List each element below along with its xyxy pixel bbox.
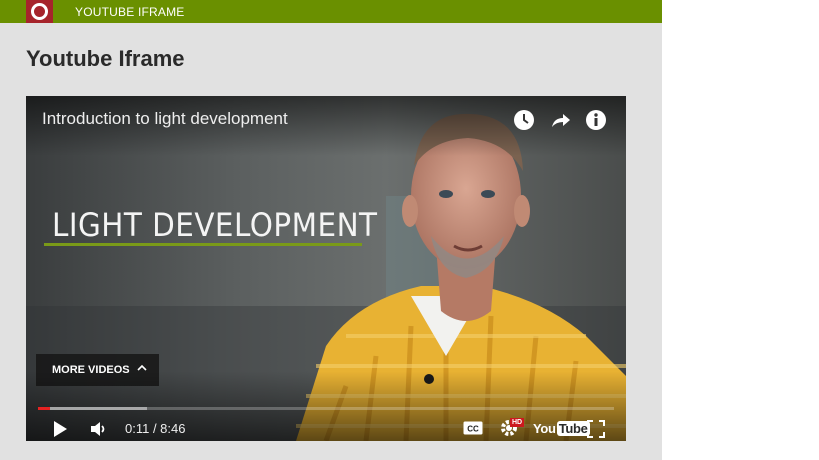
video-overlay-text: LIGHT DEVELOPMENT bbox=[52, 206, 378, 244]
play-icon[interactable] bbox=[52, 420, 68, 441]
hd-badge: HD bbox=[510, 418, 525, 427]
captions-icon[interactable]: CC bbox=[463, 421, 483, 440]
youtube-logo-tube: Tube bbox=[556, 421, 590, 436]
info-icon[interactable] bbox=[584, 108, 608, 132]
logo-ring-icon bbox=[31, 3, 48, 20]
progress-bar[interactable] bbox=[38, 407, 614, 410]
progress-buffered bbox=[38, 407, 148, 410]
youtube-logo[interactable]: You Tube bbox=[533, 421, 590, 436]
progress-played bbox=[38, 407, 51, 410]
overlay-underline bbox=[44, 243, 362, 246]
content-panel: YOUTUBE IFRAME Youtube Iframe Introducti… bbox=[0, 0, 662, 460]
header-title: YOUTUBE IFRAME bbox=[75, 5, 185, 19]
fullscreen-icon[interactable] bbox=[587, 420, 605, 441]
share-icon[interactable] bbox=[548, 108, 572, 132]
watch-later-icon[interactable] bbox=[512, 108, 536, 132]
header-bar: YOUTUBE IFRAME bbox=[0, 0, 662, 23]
svg-text:CC: CC bbox=[467, 425, 479, 434]
page-title: Youtube Iframe bbox=[26, 46, 185, 71]
video-title[interactable]: Introduction to light development bbox=[42, 109, 288, 129]
youtube-player[interactable]: Introduction to light development LIGHT … bbox=[26, 96, 626, 441]
youtube-logo-you: You bbox=[533, 421, 556, 436]
volume-icon[interactable] bbox=[90, 421, 108, 441]
time-display: 0:11 / 8:46 bbox=[125, 421, 186, 436]
site-logo[interactable] bbox=[26, 0, 53, 23]
